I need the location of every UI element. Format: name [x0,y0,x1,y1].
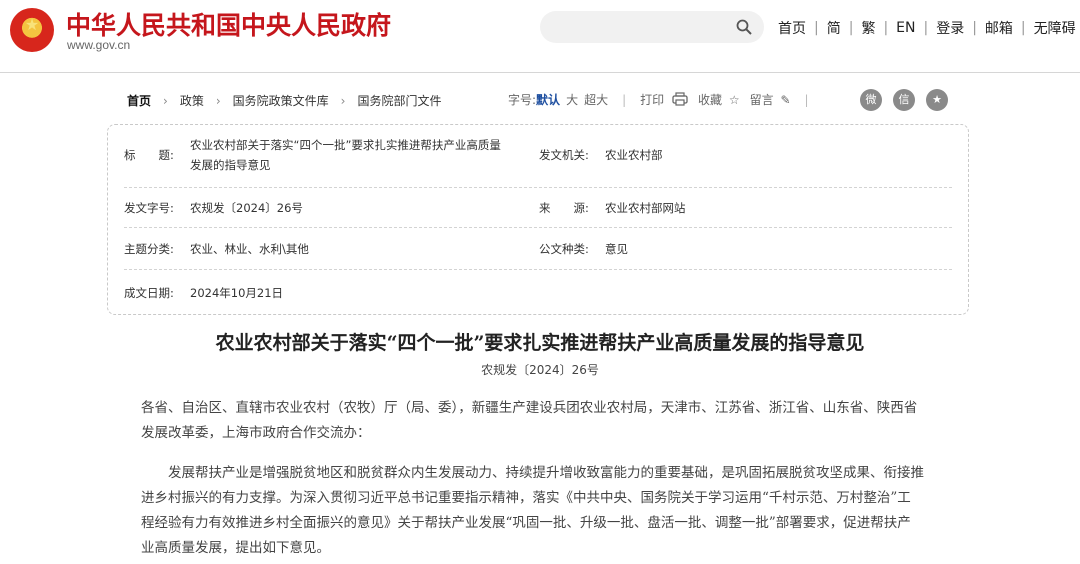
article-paragraph-intro: 发展帮扶产业是增强脱贫地区和脱贫群众内生发展动力、持续提升增收致富能力的重要基础… [141,461,941,561]
chevron-right-icon: › [163,93,168,108]
nav-divider: | [883,20,889,36]
breadcrumb-policy[interactable]: 政策 [180,92,204,109]
meta-divider [124,187,952,188]
paragraph-line: 发展帮扶产业是增强脱贫地区和脱贫群众内生发展动力、持续提升增收致富能力的重要基础… [141,465,924,481]
meta-issuer-value: 农业农村部 [605,148,663,162]
chevron-right-icon: › [340,93,346,108]
font-size-large[interactable]: 大 [566,91,578,108]
nav-divider: | [923,20,929,36]
search-icon[interactable] [736,19,752,35]
toolbar-divider: | [804,92,809,107]
breadcrumb: 首页 › 政策 › 国务院政策文件库 › 国务院部门文件 [127,92,442,109]
meta-divider [124,227,952,228]
toolbar-divider: | [622,92,627,107]
meta-docno-value: 农规发〔2024〕26号 [190,201,303,215]
paragraph-line: 进乡村振兴的有力支撑。为深入贯彻习近平总书记重要指示精神，落实《中共中央、国务院… [141,490,911,506]
meta-source-value: 农业农村部网站 [605,201,686,215]
document-metadata-box: 标 题: 农业农村部关于落实“四个一批”要求扎实推进帮扶产业高质量 发展的指导意… [107,124,969,315]
print-label: 打印 [640,93,665,107]
meta-source-key: 来 源: [539,201,589,215]
article-doc-number: 农规发〔2024〕26号 [481,363,599,377]
nav-english[interactable]: EN [896,20,915,36]
paragraph-line: 程经验有力有效推进乡村全面振兴的意见》关于帮扶产业发展“巩固一批、升级一批、盘活… [141,515,911,531]
meta-title-value-line1: 农业农村部关于落实“四个一批”要求扎实推进帮扶产业高质量 [190,138,501,152]
site-url: www.gov.cn [67,38,131,52]
nav-divider: | [814,20,819,36]
favorite-star-icon[interactable]: ★ [926,89,948,111]
meta-date-key: 成文日期: [124,286,174,300]
meta-divider [124,269,952,270]
meta-issuer-key: 发文机关: [539,148,589,162]
breadcrumb-department-docs[interactable]: 国务院部门文件 [357,92,441,109]
meta-title-key: 标 题: [124,148,174,162]
national-emblem-logo[interactable]: ★ [10,8,54,52]
nav-divider: | [1020,20,1026,36]
nav-mail[interactable]: 邮箱 [985,18,1013,38]
nav-divider: | [972,20,977,36]
wechat-share-icon[interactable]: 信 [893,89,915,111]
meta-title-value-line2: 发展的指导意见 [190,158,271,172]
site-title[interactable]: 中华人民共和国中央人民政府 [66,6,391,42]
breadcrumb-policy-library[interactable]: 国务院政策文件库 [233,92,329,109]
paragraph-line: 业高质量发展，提出如下意见。 [141,540,330,556]
breadcrumb-home[interactable]: 首页 [127,92,151,109]
font-size-default[interactable]: 默认 [536,91,560,108]
meta-topic-key: 主题分类: [124,242,174,256]
top-nav: 首页 | 简 | 繁 | EN | 登录 | 邮箱 | 无障碍 [778,18,1076,38]
meta-date-value: 2024年10月21日 [190,286,284,300]
nav-home[interactable]: 首页 [778,18,806,38]
star-outline-icon: ☆ [728,93,740,107]
paragraph-line: 发展改革委，上海市政府合作交流办： [141,425,371,441]
print-button[interactable]: 打印 [640,91,688,108]
nav-accessibility[interactable]: 无障碍 [1034,18,1076,38]
search-input[interactable] [540,11,764,43]
site-header: ★ 中华人民共和国中央人民政府 www.gov.cn 首页 | 简 | 繁 | EN |… [0,0,1080,73]
article-paragraph-addressees: 各省、自治区、直辖市农业农村（农牧）厅（局、委），新疆生产建设兵团农业农村局，天… [141,396,941,446]
comment-button[interactable]: 留言 ✎ [750,91,791,108]
pencil-icon: ✎ [780,93,791,107]
article-toolbar: 字号: 默认 大 超大 | 打印 收藏 ☆ 留言 ✎ | [508,91,823,108]
nav-login[interactable]: 登录 [936,18,964,38]
meta-type-key: 公文种类: [539,242,589,256]
chevron-right-icon: › [215,93,221,108]
meta-docno-key: 发文字号: [124,201,174,215]
font-size-label: 字号: [508,93,537,107]
meta-topic-value: 农业、林业、水利\其他 [190,242,309,256]
weibo-share-icon[interactable]: 微 [860,89,882,111]
article-title: 农业农村部关于落实“四个一批”要求扎实推进帮扶产业高质量发展的指导意见 [215,332,865,354]
font-size-xlarge[interactable]: 超大 [584,91,608,108]
comment-label: 留言 [749,93,774,107]
meta-row-title: 标 题: 农业农村部关于落实“四个一批”要求扎实推进帮扶产业高质量 发展的指导意… [124,135,952,175]
nav-simplified[interactable]: 简 [827,18,841,38]
meta-type-value: 意见 [605,242,628,256]
favorite-label: 收藏 [697,93,722,107]
printer-icon [672,92,688,106]
favorite-button[interactable]: 收藏 ☆ [698,91,740,108]
nav-divider: | [848,20,854,36]
star-icon: ★ [24,15,40,34]
paragraph-line: 各省、自治区、直辖市农业农村（农牧）厅（局、委），新疆生产建设兵团农业农村局，天… [141,400,918,416]
nav-traditional[interactable]: 繁 [861,18,875,38]
